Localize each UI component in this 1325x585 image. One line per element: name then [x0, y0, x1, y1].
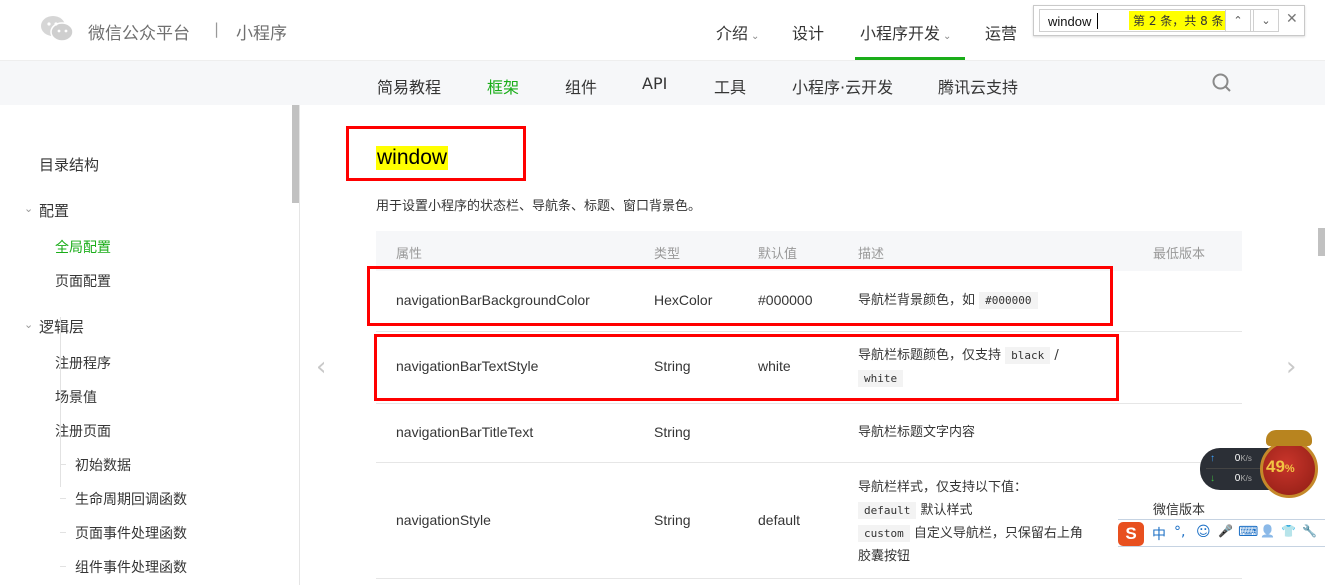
- search-icon[interactable]: [1211, 72, 1233, 94]
- upload-arrow-icon: ↑: [1210, 453, 1215, 464]
- sidebar-item-register-page[interactable]: 注册页面: [55, 421, 111, 441]
- inline-code: custom: [858, 525, 910, 542]
- subnav-tutorial[interactable]: 简易教程: [377, 74, 441, 98]
- chevron-up-icon: ⌃: [1233, 14, 1243, 27]
- cell-type: String: [654, 424, 691, 440]
- cell-description: 导航栏标题文字内容: [858, 425, 976, 440]
- wechat-logo-icon: [41, 16, 74, 42]
- cell-description: 导航栏样式，仅支持以下值： default 默认样式 custom 自定义导航栏…: [858, 480, 1083, 564]
- ime-punctuation-toggle[interactable]: °,: [1174, 524, 1185, 540]
- sidebar-item-lifecycle-callbacks[interactable]: 生命周期回调函数: [75, 489, 187, 509]
- sidebar-item-initial-data[interactable]: 初始数据: [75, 455, 131, 475]
- subnav-api[interactable]: API: [642, 74, 667, 93]
- keyboard-icon[interactable]: ⌨: [1238, 524, 1258, 540]
- chevron-down-icon[interactable]: ⌄: [24, 202, 33, 215]
- sidebar-item-global-config[interactable]: 全局配置: [55, 237, 111, 257]
- subnav-components[interactable]: 组件: [565, 74, 597, 98]
- sub-navigation: 简易教程 框架 组件 API 工具 小程序·云开发 腾讯云支持: [0, 60, 1325, 105]
- find-query: window: [1048, 14, 1092, 29]
- sidebar: 目录结构 ⌄ 配置 全局配置 页面配置 ⌄ 逻辑层 注册程序 场景值 注册页面 …: [0, 105, 300, 585]
- topnav-operations[interactable]: 运营: [985, 20, 1017, 44]
- user-icon[interactable]: 👤: [1260, 524, 1275, 538]
- topnav-development[interactable]: 小程序开发 ⌄: [860, 20, 951, 44]
- cell-property: navigationStyle: [396, 512, 491, 528]
- chevron-down-icon: ⌄: [943, 31, 952, 42]
- find-in-page-bar: window 第 2 条，共 8 条 ⌃ ⌄ ✕: [1033, 5, 1305, 36]
- chevron-down-icon: ⌄: [1261, 14, 1271, 27]
- sidebar-item-scene-value[interactable]: 场景值: [55, 387, 97, 407]
- col-header-min-version: 最低版本: [1153, 247, 1206, 262]
- cell-property: navigationBarTitleText: [396, 424, 534, 440]
- prev-page-arrow-icon[interactable]: ‹: [316, 352, 326, 382]
- product-name[interactable]: 小程序: [236, 19, 287, 44]
- orb-lion-ornament-icon: [1266, 430, 1312, 446]
- ime-mode-toggle[interactable]: 中: [1152, 524, 1166, 544]
- sidebar-scrollbar[interactable]: [292, 105, 299, 203]
- topnav-operations-label: 运营: [985, 24, 1018, 43]
- col-header-type: 类型: [654, 247, 681, 262]
- annotation-box-row1: [367, 266, 1113, 326]
- subnav-cloud-dev[interactable]: 小程序·云开发: [792, 74, 893, 98]
- emoji-icon[interactable]: ☺: [1196, 524, 1211, 540]
- sidebar-item-directory[interactable]: 目录结构: [39, 154, 99, 175]
- sidebar-item-config[interactable]: 配置: [39, 200, 69, 221]
- section-description: 用于设置小程序的状态栏、导航条、标题、窗口背景色。: [376, 199, 702, 214]
- brand-name[interactable]: 微信公众平台: [88, 19, 190, 44]
- topnav-design-label: 设计: [792, 24, 825, 43]
- col-header-default: 默认值: [758, 247, 798, 262]
- next-page-arrow-icon[interactable]: ›: [1286, 352, 1296, 382]
- download-arrow-icon: ↓: [1210, 473, 1215, 484]
- subnav-framework[interactable]: 框架: [487, 74, 519, 98]
- chevron-down-icon[interactable]: ⌄: [24, 318, 33, 331]
- topnav-development-label: 小程序开发: [860, 24, 941, 43]
- find-close-button[interactable]: ✕: [1286, 11, 1298, 27]
- subnav-tools[interactable]: 工具: [714, 74, 746, 98]
- memory-usage-value: 49%: [1266, 457, 1295, 476]
- sidebar-item-logic-layer[interactable]: 逻辑层: [39, 316, 84, 337]
- section-title: window: [376, 146, 449, 170]
- microphone-icon[interactable]: 🎤: [1218, 524, 1233, 538]
- topnav-intro-label: 介绍: [716, 24, 749, 43]
- topnav-design[interactable]: 设计: [792, 20, 824, 44]
- wrench-icon[interactable]: 🔧: [1302, 524, 1317, 538]
- inline-code: default: [858, 502, 917, 519]
- chevron-down-icon: ⌄: [751, 31, 760, 42]
- sidebar-item-register-app[interactable]: 注册程序: [55, 353, 111, 373]
- skin-shirt-icon[interactable]: 👕: [1281, 524, 1296, 538]
- table-header: 属性 类型 默认值 描述 最低版本: [376, 231, 1242, 271]
- page-scrollbar[interactable]: [1318, 228, 1325, 256]
- text-caret: [1097, 13, 1098, 29]
- cell-type: String: [654, 512, 691, 528]
- sogou-logo-icon[interactable]: S: [1118, 522, 1144, 546]
- annotation-box-row2: [374, 334, 1119, 401]
- brand-separator: |: [214, 20, 220, 38]
- col-header-description: 描述: [858, 247, 885, 262]
- col-header-property: 属性: [396, 247, 423, 262]
- subnav-tencent-cloud[interactable]: 腾讯云支持: [938, 74, 1018, 98]
- cell-default: default: [758, 512, 801, 528]
- find-prev-button[interactable]: ⌃: [1225, 9, 1251, 32]
- tree-guide-line: [60, 317, 61, 487]
- topnav-intro[interactable]: 介绍 ⌄: [716, 20, 759, 44]
- close-icon: ✕: [1286, 11, 1298, 27]
- find-next-button[interactable]: ⌄: [1253, 9, 1279, 32]
- sidebar-item-page-config[interactable]: 页面配置: [55, 271, 111, 291]
- ime-toolbar: S 中 °, ☺ 🎤 ⌨ 👤 👕 🔧: [1118, 519, 1325, 547]
- sidebar-item-component-event-handlers[interactable]: 组件事件处理函数: [75, 557, 187, 577]
- find-match-count: 第 2 条，共 8 条: [1129, 11, 1228, 30]
- sidebar-item-page-event-handlers[interactable]: 页面事件处理函数: [75, 523, 187, 543]
